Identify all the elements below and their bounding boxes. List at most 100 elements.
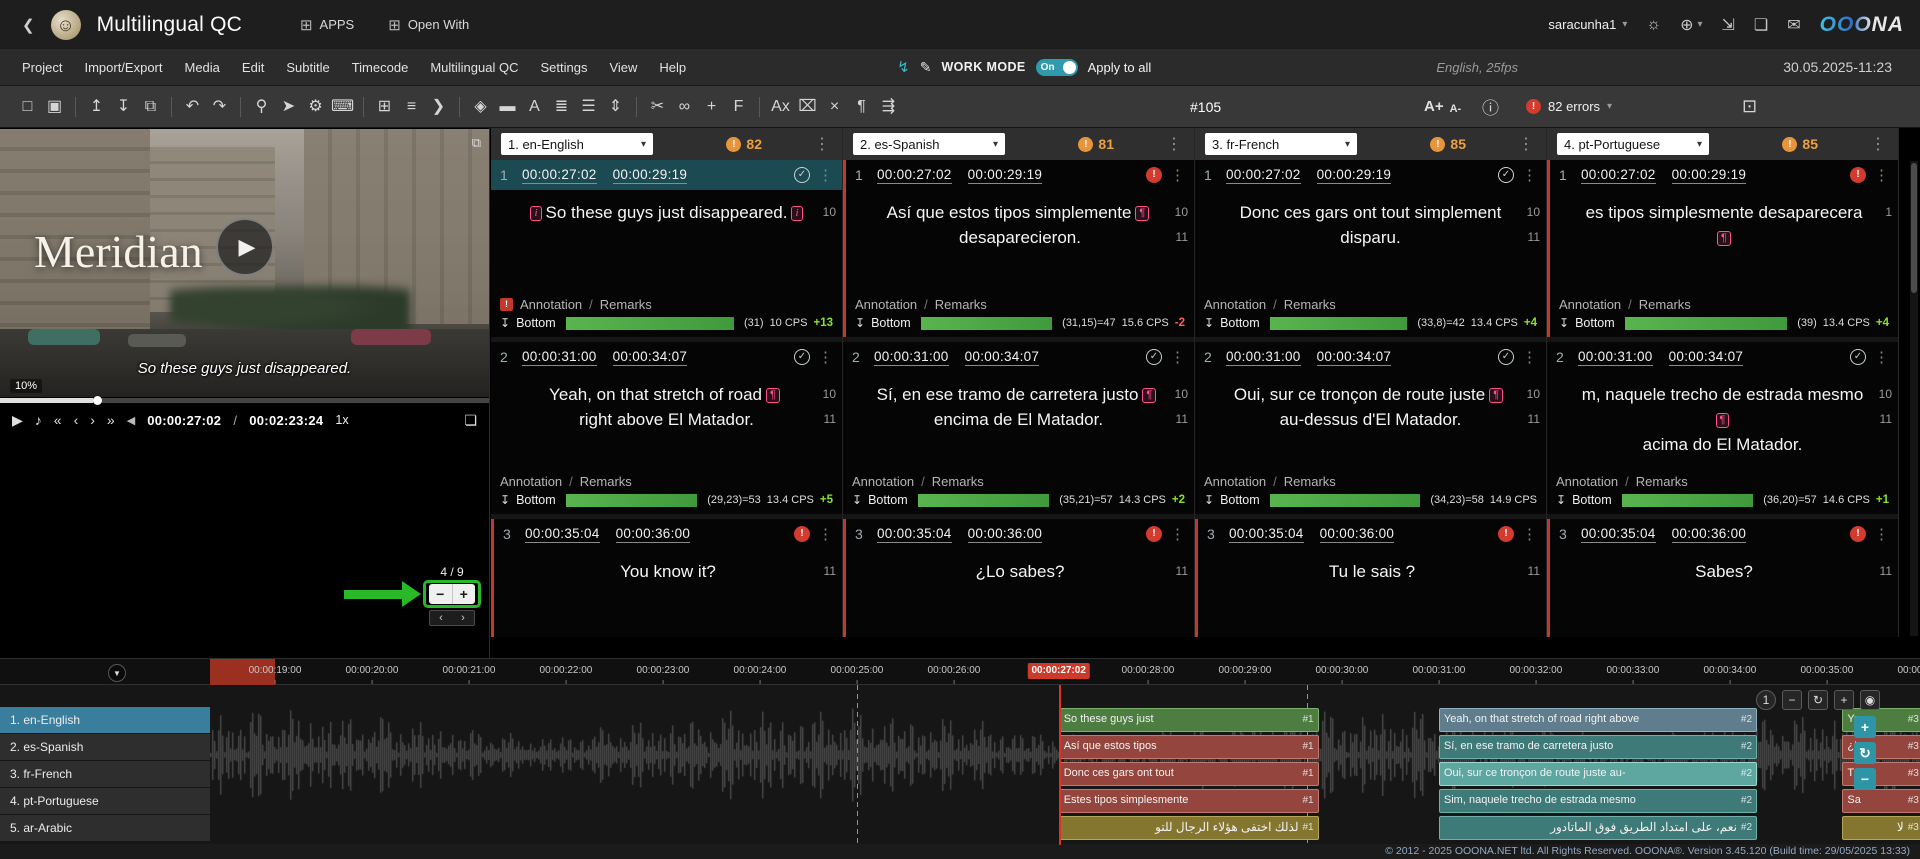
menu-item-import-export[interactable]: Import/Export <box>73 49 173 86</box>
lightbulb-icon[interactable]: ☼ <box>1646 16 1661 34</box>
remarks-link[interactable]: Remarks <box>1284 474 1336 489</box>
save-icon[interactable]: ▣ <box>41 93 68 121</box>
rows-icon[interactable]: ≡ <box>398 93 425 121</box>
subtitle-block[interactable]: Sí, en ese tramo de carretera justo#2 <box>1439 735 1757 759</box>
add-track-icon[interactable]: + <box>1854 716 1876 738</box>
subtitle-text[interactable]: m, naquele trecho de estrada mesmo¶acima… <box>1575 382 1870 457</box>
subtitle-block[interactable]: Sa#3 <box>1842 789 1920 813</box>
timecode-in[interactable]: 00:00:27:02 <box>1226 167 1301 184</box>
subtitle-block[interactable]: Estes tipos simplesmente#1 <box>1059 789 1319 813</box>
remarks-link[interactable]: Remarks <box>1636 474 1688 489</box>
connector-icon[interactable]: ↯ <box>897 58 910 76</box>
status-error-icon[interactable]: ! <box>1146 167 1162 183</box>
annotation-link[interactable]: Annotation <box>1556 474 1618 489</box>
zoom-reset-icon[interactable]: ↻ <box>1808 690 1828 710</box>
zoom-out-button[interactable]: − <box>429 584 453 604</box>
error-count-badge[interactable]: !81 <box>1078 136 1114 152</box>
menu-item-settings[interactable]: Settings <box>529 49 598 86</box>
card-menu-icon[interactable]: ⋮ <box>818 525 833 543</box>
timeline-track-area[interactable]: So these guys just#1Yeah, on that stretc… <box>210 685 1920 845</box>
video-fullscreen-icon[interactable]: ❏ <box>464 412 477 429</box>
align-center-icon[interactable]: ☰ <box>575 93 602 121</box>
picture-in-picture-icon[interactable]: ⧉ <box>472 135 481 151</box>
subtitle-block[interactable]: Sim, naquele trecho de estrada mesmo#2 <box>1439 789 1757 813</box>
keyboard-icon[interactable]: ⌨ <box>329 93 356 121</box>
next-frame-button[interactable]: › <box>90 412 95 428</box>
timecode-out[interactable]: 00:00:34:07 <box>1317 349 1392 366</box>
status-error-icon[interactable]: ! <box>794 526 810 542</box>
timeline-track-label-2[interactable]: 2. es-Spanish <box>0 734 210 760</box>
remarks-link[interactable]: Remarks <box>600 297 652 312</box>
menu-item-multilingual-qc[interactable]: Multilingual QC <box>419 49 529 86</box>
timecode-in[interactable]: 00:00:27:02 <box>877 167 952 184</box>
timecode-in[interactable]: 00:00:27:02 <box>1581 167 1656 184</box>
error-count-badge[interactable]: !85 <box>1430 136 1466 152</box>
column-menu-icon[interactable]: ⋮ <box>1166 134 1182 154</box>
column-menu-icon[interactable]: ⋮ <box>1518 134 1534 154</box>
timecode-out[interactable]: 00:00:29:19 <box>968 167 1043 184</box>
timeline-ruler[interactable]: 00:00:19:0000:00:20:0000:00:21:0000:00:2… <box>0 659 1920 685</box>
back-icon[interactable]: ❮ <box>22 16 35 34</box>
card-menu-icon[interactable]: ⋮ <box>818 348 833 366</box>
playback-speed[interactable]: 1x <box>335 413 348 427</box>
justify-icon[interactable]: ≣ <box>548 93 575 121</box>
layout-grid-icon[interactable]: ⊡ <box>1742 96 1757 117</box>
remarks-link[interactable]: Remarks <box>935 297 987 312</box>
subtitle-text[interactable]: Sabes? <box>1578 559 1870 584</box>
zoom-out-icon[interactable]: − <box>1782 690 1802 710</box>
errors-dropdown[interactable]: ! 82 errors ▾ <box>1526 99 1612 114</box>
timecode-in[interactable]: 00:00:31:00 <box>874 349 949 366</box>
open-with-menu-button[interactable]: ⊞ Open With <box>388 16 469 34</box>
playhead-timecode[interactable]: 00:00:27:02 <box>1027 663 1089 679</box>
undo-icon[interactable]: ↶ <box>179 93 206 121</box>
progress-knob[interactable] <box>93 396 102 405</box>
zoom-in-icon[interactable]: + <box>1834 690 1854 710</box>
remarks-link[interactable]: Remarks <box>932 474 984 489</box>
subtitle-text[interactable]: Donc ces gars ont tout simplementdisparu… <box>1223 200 1518 250</box>
remarks-link[interactable]: Remarks <box>1639 297 1691 312</box>
timecode-out[interactable]: 00:00:36:00 <box>1672 526 1747 543</box>
card-menu-icon[interactable]: ⋮ <box>1170 166 1185 184</box>
subtitle-card[interactable]: 100:00:27:0200:00:29:19✓⋮Donc ces gars o… <box>1195 160 1546 337</box>
selection-count-badge[interactable]: 1 <box>1756 690 1776 710</box>
subtitle-card[interactable]: 200:00:31:0000:00:34:07✓⋮Yeah, on that s… <box>491 342 842 514</box>
remarks-link[interactable]: Remarks <box>1284 297 1336 312</box>
menu-item-project[interactable]: Project <box>11 49 73 86</box>
subtitle-card[interactable]: 100:00:27:0200:00:29:19!⋮es tipos simple… <box>1547 160 1898 337</box>
settings-gear-icon[interactable]: ⚙ <box>302 93 329 121</box>
merge-icon[interactable]: ∞ <box>671 93 698 121</box>
subtitle-block[interactable]: لذلك اختفى هؤلاء الرجال للتو#1 <box>1059 816 1319 840</box>
grid-view-icon[interactable]: ⊞ <box>371 93 398 121</box>
redo-icon[interactable]: ↷ <box>206 93 233 121</box>
status-error-icon[interactable]: ! <box>1498 526 1514 542</box>
timecode-out[interactable]: 00:00:29:19 <box>613 167 688 184</box>
error-count-badge[interactable]: !82 <box>726 136 762 152</box>
status-ok-icon[interactable]: ✓ <box>1146 349 1162 365</box>
timecode-in[interactable]: 00:00:31:00 <box>522 349 597 366</box>
annotation-link[interactable]: Annotation <box>1559 297 1621 312</box>
timecode-out[interactable]: 00:00:34:07 <box>613 349 688 366</box>
timecode-in[interactable]: 00:00:35:04 <box>877 526 952 543</box>
columns-scrollbar[interactable] <box>1910 161 1918 636</box>
timecode-in[interactable]: 00:00:35:04 <box>1581 526 1656 543</box>
jump-end-button[interactable]: » <box>107 412 115 428</box>
refresh-track-icon[interactable]: ↻ <box>1854 742 1876 764</box>
pilcrow-icon[interactable]: ¶ <box>848 93 875 121</box>
subtitle-text[interactable]: Así que estos tipos simplemente¶desapare… <box>874 200 1166 250</box>
subtitle-block[interactable]: لا#3 <box>1842 816 1920 840</box>
subtitle-card[interactable]: 100:00:27:0200:00:29:19✓⋮iSo these guys … <box>491 160 842 337</box>
split-icon[interactable]: ✂ <box>644 93 671 121</box>
video-player[interactable]: Meridian ▶ ⧉ So these guys just disappea… <box>0 129 489 397</box>
timecode-out[interactable]: 00:00:34:07 <box>1669 349 1744 366</box>
menu-item-view[interactable]: View <box>598 49 648 86</box>
error-count-badge[interactable]: !85 <box>1782 136 1818 152</box>
search-icon[interactable]: ⚲ <box>248 93 275 121</box>
subtitle-card[interactable]: 100:00:27:0200:00:29:19!⋮Así que estos t… <box>843 160 1194 337</box>
subtitle-text[interactable]: Yeah, on that stretch of road¶right abov… <box>519 382 814 432</box>
duplicate-icon[interactable]: ⧉ <box>137 93 164 121</box>
menu-item-edit[interactable]: Edit <box>231 49 275 86</box>
play-overlay-button[interactable]: ▶ <box>216 218 274 276</box>
timeline-track-label-3[interactable]: 3. fr-French <box>0 761 210 787</box>
status-ok-icon[interactable]: ✓ <box>1498 349 1514 365</box>
subtitle-text[interactable]: Oui, sur ce tronçon de route juste¶au-de… <box>1223 382 1518 432</box>
